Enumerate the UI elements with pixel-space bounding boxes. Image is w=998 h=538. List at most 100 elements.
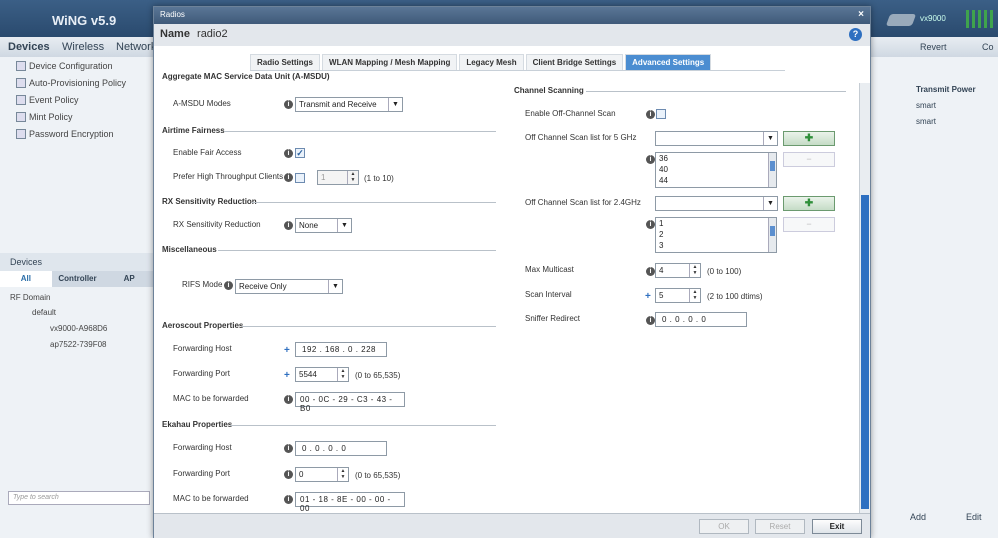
tab-legacy-mesh[interactable]: Legacy Mesh: [459, 54, 524, 70]
max-multicast-spinner[interactable]: 4 ▲ ▼: [655, 263, 701, 278]
info-icon[interactable]: i: [284, 495, 293, 504]
stepper-arrows-icon[interactable]: ▲ ▼: [689, 289, 700, 302]
sniffer-redirect-input[interactable]: 0 . 0 . 0 . 0: [655, 312, 747, 327]
scan-5ghz-select[interactable]: ▼: [655, 131, 778, 146]
aeroscout-port-spinner[interactable]: 5544 ▲ ▼: [295, 367, 349, 382]
section-ekahau: Ekahau Properties: [162, 420, 233, 429]
info-icon[interactable]: i: [224, 281, 233, 290]
delete-5ghz-button[interactable]: −: [783, 152, 835, 167]
select-value: Receive Only: [239, 282, 287, 291]
reset-button[interactable]: Reset: [755, 519, 805, 534]
tab-all[interactable]: All: [0, 271, 52, 287]
info-icon[interactable]: i: [646, 110, 655, 119]
tab-client-bridge-settings[interactable]: Client Bridge Settings: [525, 54, 624, 70]
commit-button[interactable]: Co: [982, 42, 994, 52]
list-item[interactable]: 44: [656, 175, 776, 186]
delete-24ghz-button[interactable]: −: [783, 217, 835, 232]
tab-ap[interactable]: AP: [103, 271, 155, 287]
lock-icon: [16, 129, 26, 139]
nav-network[interactable]: Network: [116, 41, 156, 53]
exit-button[interactable]: Exit: [812, 519, 862, 534]
stepper-arrows-icon[interactable]: ▲ ▼: [347, 171, 358, 184]
tab-advanced-settings[interactable]: Advanced Settings: [625, 54, 712, 70]
tree-default[interactable]: default: [32, 308, 56, 317]
max-multicast-hint: (0 to 100): [707, 267, 742, 276]
info-icon[interactable]: i: [284, 173, 293, 182]
off-channel-scan-checkbox[interactable]: [656, 109, 666, 119]
info-icon[interactable]: i: [284, 444, 293, 453]
info-icon[interactable]: i: [284, 395, 293, 404]
add-24ghz-button[interactable]: ✚: [783, 196, 835, 211]
rx-sensitivity-select[interactable]: None ▼: [295, 218, 352, 233]
stepper-arrows-icon[interactable]: ▲ ▼: [689, 264, 700, 277]
list-item[interactable]: 3: [656, 240, 776, 251]
menu-auto-provisioning[interactable]: Auto-Provisioning Policy: [16, 78, 126, 88]
aeroscout-mac-input[interactable]: 00 - 0C - 29 - C3 - 43 - B0: [295, 392, 405, 413]
rifs-mode-label: RIFS Mode: [182, 280, 223, 289]
menu-password-encryption[interactable]: Password Encryption: [16, 129, 114, 139]
tab-wlan-mesh-mapping[interactable]: WLAN Mapping / Mesh Mapping: [322, 54, 458, 70]
fair-access-checkbox[interactable]: ✓: [295, 148, 305, 158]
info-icon[interactable]: i: [646, 267, 655, 276]
nav-wireless[interactable]: Wireless: [62, 41, 104, 53]
info-icon[interactable]: i: [284, 149, 293, 158]
tree-vx9000[interactable]: vx9000-A968D6: [50, 324, 107, 333]
list-item[interactable]: 36: [656, 153, 776, 164]
scan-24ghz-list[interactable]: 1 2 3: [655, 217, 777, 253]
info-icon[interactable]: i: [646, 155, 655, 164]
info-icon[interactable]: i: [284, 470, 293, 479]
info-icon[interactable]: i: [646, 220, 655, 229]
edit-button[interactable]: Edit: [966, 512, 982, 522]
override-icon[interactable]: +: [284, 371, 294, 381]
list-scrollbar[interactable]: [768, 153, 776, 187]
ekahau-port-spinner[interactable]: 0 ▲ ▼: [295, 467, 349, 482]
list-item[interactable]: 40: [656, 164, 776, 175]
column-header-transmit-power[interactable]: Transmit Power: [916, 85, 976, 94]
amsdu-modes-label: A-MSDU Modes: [173, 99, 231, 108]
list-item[interactable]: 2: [656, 229, 776, 240]
aeroscout-host-input[interactable]: 192 . 168 . 0 . 228: [295, 342, 387, 357]
ekahau-host-input[interactable]: 0 . 0 . 0 . 0: [295, 441, 387, 456]
menu-event-policy[interactable]: Event Policy: [16, 95, 79, 105]
help-icon[interactable]: ?: [849, 28, 862, 41]
menu-device-configuration[interactable]: Device Configuration: [16, 61, 113, 71]
override-icon[interactable]: +: [645, 292, 655, 302]
amsdu-modes-select[interactable]: Transmit and Receive ▼: [295, 97, 403, 112]
right-panel: Revert Co Transmit Power smart smart Add…: [870, 42, 998, 538]
ok-button[interactable]: OK: [699, 519, 749, 534]
prefer-high-throughput-checkbox[interactable]: [295, 173, 305, 183]
ekahau-mac-input[interactable]: 01 - 18 - 8E - 00 - 00 - 00: [295, 492, 405, 513]
device-search-input[interactable]: Type to search: [8, 491, 150, 505]
info-icon[interactable]: i: [284, 221, 293, 230]
override-icon[interactable]: +: [284, 346, 294, 356]
nav-devices[interactable]: Devices: [8, 41, 50, 53]
divider: [586, 91, 846, 92]
revert-button[interactable]: Revert: [920, 42, 947, 52]
stepper-arrows-icon[interactable]: ▲ ▼: [337, 468, 348, 481]
tree-rf-domain[interactable]: RF Domain: [10, 293, 50, 302]
list-item[interactable]: 1: [656, 218, 776, 229]
scrollbar-thumb[interactable]: [861, 195, 869, 509]
info-icon[interactable]: i: [646, 316, 655, 325]
rifs-mode-select[interactable]: Receive Only ▼: [235, 279, 343, 294]
scan-5ghz-list[interactable]: 36 40 44: [655, 152, 777, 188]
add-button[interactable]: Add: [910, 512, 926, 522]
tree-ap7522[interactable]: ap7522-739F08: [50, 340, 107, 349]
advanced-settings-panel: Aggregate MAC Service Data Unit (A-MSDU)…: [154, 71, 859, 513]
policy-icon: [16, 78, 26, 88]
prefer-high-throughput-spinner[interactable]: 1 ▲ ▼: [317, 170, 359, 185]
scan-24ghz-select[interactable]: ▼: [655, 196, 778, 211]
stepper-arrows-icon[interactable]: ▲ ▼: [337, 368, 348, 381]
scan-interval-spinner[interactable]: 5 ▲ ▼: [655, 288, 701, 303]
close-icon[interactable]: ×: [858, 9, 864, 20]
list-scrollbar[interactable]: [768, 218, 776, 252]
device-model-label: vx9000: [920, 14, 946, 23]
tab-controller[interactable]: Controller: [52, 271, 104, 287]
menu-mint-policy[interactable]: Mint Policy: [16, 112, 73, 122]
tab-radio-settings[interactable]: Radio Settings: [250, 54, 321, 70]
menu-label: Password Encryption: [29, 129, 114, 139]
info-icon[interactable]: i: [284, 100, 293, 109]
add-5ghz-button[interactable]: ✚: [783, 131, 835, 146]
off-channel-scan-label: Enable Off-Channel Scan: [525, 109, 616, 118]
dialog-scrollbar[interactable]: [859, 83, 870, 513]
